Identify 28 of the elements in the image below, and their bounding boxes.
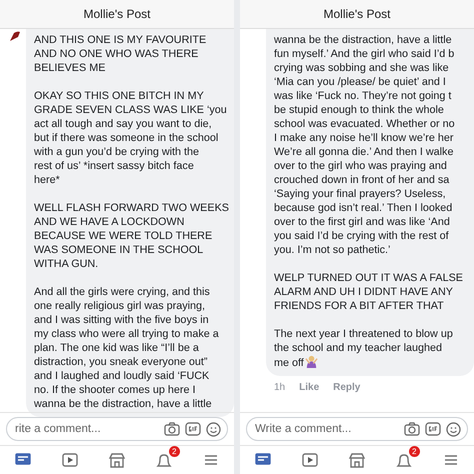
camera-icon[interactable] bbox=[404, 422, 420, 436]
comment-action-link[interactable]: Like bbox=[299, 382, 320, 393]
comment-paragraph: The next year I threatened to blow up the school and my teacher laughed me off bbox=[274, 327, 454, 370]
comment-paragraph: WELL FLASH FORWARD TWO WEEKS AND WE HAVE A LOCKDOWN BECAUSE WE WERE TOLD THERE WAS SOMEONE IN THE SCHOOL WITHA GUN. bbox=[34, 201, 230, 271]
comment-action-link[interactable]: Reply bbox=[333, 382, 360, 393]
gif-icon[interactable] bbox=[425, 422, 441, 436]
store-icon[interactable] bbox=[106, 451, 127, 469]
comment-paragraph: wanna be the distraction, have a little fun myself.’ And the girl who said I’d b crying was sobbing and she was like ‘Mia can you /please/ be quiet’ and I was like ‘Fuck no. They’re not going t be stupid enough to think the whole school was evacuated. Whether or no I make any noise he’ll know we’re her We’re all gonna die.’ And then I walke over to the girl who was praying and crouched down in front of her and sa ‘Saying your final prayers? Useless, because god isn’t real.’ Then I looked over to the first girl and was like ‘And you said I’d be crying with the rest of you. I’m not so pathetic.’ bbox=[274, 33, 456, 257]
comment-paragraph: And all the girls were crying, and this one really religious girl was praying, and I was sitting with the five boys in my class who were all trying to make a plan. The one kid was like “I’ll be a distraction, you sneak everyone out” and I laughed and loudly said ‘FUCK no. If the shooter comes up here I wanna be the distraction, have a little bbox=[34, 285, 220, 411]
video-icon[interactable] bbox=[300, 451, 320, 469]
comment-box[interactable]: rite a comment... bbox=[6, 417, 228, 441]
comment-paragraph: AND THIS ONE IS MY FAVOURITE AND NO ONE WHO WAS THERE BELIEVES ME bbox=[34, 33, 208, 75]
post-title: Mollie's Post bbox=[324, 7, 390, 21]
comment-box[interactable]: Write a comment... bbox=[246, 417, 468, 441]
gif-icon[interactable] bbox=[185, 422, 201, 436]
comment-time: 1h bbox=[274, 382, 286, 393]
notification-badge: 2 bbox=[408, 446, 420, 457]
comment-paragraph: WELP TURNED OUT IT WAS A FALSE ALARM AND UH I DIDNT HAVE ANY FRIENDS FOR A BIT AFTER THAT bbox=[274, 271, 464, 313]
comment-field[interactable]: rite a comment... bbox=[13, 422, 159, 436]
post-title: Mollie's Post bbox=[84, 7, 150, 21]
comment-field[interactable]: Write a comment... bbox=[253, 422, 399, 436]
smiley-icon[interactable] bbox=[446, 422, 461, 436]
smiley-icon[interactable] bbox=[206, 422, 221, 436]
store-icon[interactable] bbox=[346, 451, 367, 469]
camera-icon[interactable] bbox=[164, 422, 180, 436]
video-icon[interactable] bbox=[60, 451, 80, 469]
notification-badge: 2 bbox=[168, 446, 180, 457]
comment-paragraph: OKAY SO THIS ONE BITCH IN MY GRADE SEVEN CLASS WAS LIKE ‘you act all tough and say you want to die, but if there was someone in the school with a gun you’d be crying with the rest of us’ *insert sassy bitch face here* bbox=[34, 89, 228, 187]
